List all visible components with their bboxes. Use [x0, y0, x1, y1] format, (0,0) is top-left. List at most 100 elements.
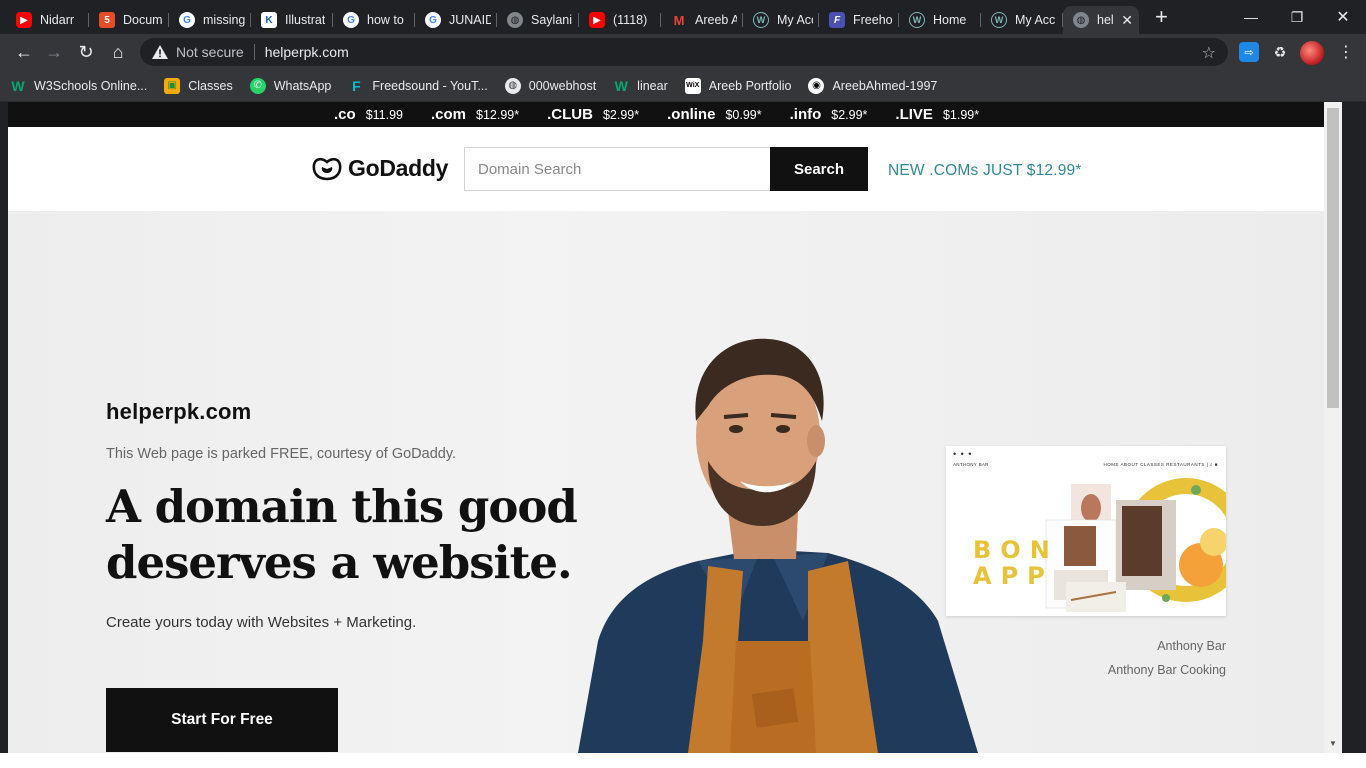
- bookmark-label: 000webhost: [528, 78, 597, 93]
- tld-promo-item[interactable]: .CLUB $2.99*: [547, 106, 639, 123]
- freehost-icon: F: [829, 12, 845, 28]
- browser-tab[interactable]: W My Acc: [981, 6, 1063, 34]
- com-promo-link[interactable]: NEW .COMs JUST $12.99*: [888, 162, 1082, 180]
- bookmark-item[interactable]: ◉ AreebAhmed-1997: [808, 77, 937, 94]
- hero-subtext: Create yours today with Websites + Marke…: [106, 614, 417, 631]
- wordpress-icon: W: [909, 12, 925, 28]
- browser-tab[interactable]: ◍ Saylani: [497, 6, 579, 34]
- browser-tab[interactable]: F Freehos: [819, 6, 899, 34]
- bookmark-item[interactable]: ▣ Classes: [164, 77, 233, 94]
- whatsapp-icon: ✆: [249, 77, 266, 94]
- url-text[interactable]: helperpk.com: [265, 44, 349, 60]
- browser-tab[interactable]: ▶ (1118) ‌: [579, 6, 661, 34]
- scroll-down-arrow-icon[interactable]: ▼: [1324, 739, 1342, 748]
- profile-avatar[interactable]: [1300, 41, 1324, 65]
- gmail-icon: M: [673, 12, 685, 28]
- scroll-thumb[interactable]: [1327, 108, 1339, 408]
- tld-name: .com: [431, 106, 467, 123]
- tld-name: .LIVE: [895, 106, 933, 123]
- youtube-icon: ▶: [16, 12, 32, 28]
- address-bar[interactable]: Not secure helperpk.com ☆: [140, 38, 1228, 66]
- extension-icon[interactable]: ⇨: [1239, 42, 1259, 62]
- headline-line-1: A domain this good: [106, 480, 578, 533]
- youtube-icon: ▶: [589, 12, 605, 28]
- tab-title: Illustrat: [285, 13, 326, 27]
- domain-search-input[interactable]: [464, 147, 771, 191]
- tld-price: $12.99*: [476, 108, 520, 122]
- bookmark-label: Freedsound - YouT...: [372, 78, 488, 93]
- back-button[interactable]: ←: [12, 40, 36, 64]
- bookmark-item[interactable]: W W3Schools Online...: [10, 78, 147, 94]
- new-tab-button[interactable]: +: [1155, 6, 1168, 28]
- close-window-button[interactable]: ✕: [1320, 0, 1366, 34]
- hero-section: helperpk.com This Web page is parked FRE…: [8, 211, 1324, 753]
- menu-kebab-icon[interactable]: ⋮: [1336, 42, 1356, 62]
- browser-tab[interactable]: M Areeb A: [661, 6, 743, 34]
- reload-button[interactable]: ↻: [74, 40, 98, 64]
- google-icon: G: [179, 12, 195, 28]
- bookmark-item[interactable]: F Freedsound - YouT...: [348, 78, 488, 94]
- browser-tab[interactable]: Ghow to: [333, 6, 415, 34]
- extensions-puzzle-icon[interactable]: ♻: [1270, 42, 1290, 62]
- logo-text: GoDaddy: [348, 155, 449, 181]
- bookmark-star-icon[interactable]: ☆: [1202, 43, 1216, 63]
- tld-promo-bar: .co $11.99 .com $12.99* .CLUB $2.99* .online $0…: [8, 102, 1324, 127]
- tab-title: Docum: [123, 13, 163, 27]
- bookmark-item[interactable]: Wlinear: [613, 78, 668, 94]
- browser-tab[interactable]: W My Acc: [743, 6, 819, 34]
- bookmark-label: Classes: [188, 78, 233, 93]
- wordpress-icon: W: [991, 12, 1007, 28]
- godaddy-logo[interactable]: GoDaddy: [312, 155, 448, 182]
- page-viewport: .co $11.99 .com $12.99* .CLUB $2.99* .online $0…: [8, 102, 1324, 753]
- bookmark-item[interactable]: ✆ WhatsApp: [249, 77, 331, 94]
- security-label[interactable]: Not secure: [176, 44, 244, 60]
- warning-icon[interactable]: [152, 45, 168, 59]
- browser-tab[interactable]: 5 Docum: [89, 6, 169, 34]
- tab-title: Saylani: [531, 13, 572, 27]
- tab-list: ▶ Nidarr 5 Docum Gmissing K Illustrat Ghow to G J…: [6, 3, 1139, 34]
- page-bottom-edge: [0, 753, 1366, 768]
- tld-price: $2.99*: [602, 108, 640, 122]
- parked-notice: This Web page is parked FREE, courtesy o…: [106, 446, 457, 462]
- tld-promo-item[interactable]: .LIVE $1.99*: [895, 106, 979, 123]
- minimize-button[interactable]: —: [1228, 0, 1274, 34]
- browser-tab[interactable]: K Illustrat: [251, 6, 333, 34]
- search-button[interactable]: Search: [770, 147, 868, 191]
- forward-button[interactable]: →: [42, 40, 66, 64]
- page-scrollbar[interactable]: ▲ ▼: [1324, 102, 1342, 753]
- k-icon: K: [261, 12, 277, 28]
- tld-promo-item[interactable]: .co $11.99: [334, 106, 403, 123]
- html-icon: 5: [99, 12, 115, 28]
- browser-tab[interactable]: ◍ help ✕: [1063, 6, 1139, 34]
- home-button[interactable]: ⌂: [106, 40, 130, 64]
- chef-photo: [578, 338, 978, 753]
- browser-tab[interactable]: Gmissing: [169, 6, 251, 34]
- start-for-free-button[interactable]: Start For Free: [106, 688, 338, 752]
- bookmark-item[interactable]: WiX Areeb Portfolio: [684, 77, 791, 94]
- website-preview-card: • • • ANTHONY BAR HOME ABOUT CLASSES RES…: [946, 446, 1226, 616]
- preview-art-line-1: BON: [973, 536, 1059, 564]
- browser-tab[interactable]: ▶ Nidarr: [6, 6, 89, 34]
- tld-name: .co: [334, 106, 356, 123]
- tab-title: Home: [933, 13, 967, 27]
- godaddy-header: GoDaddy Search NEW .COMs JUST $12.99*: [8, 127, 1324, 211]
- tld-promo-item[interactable]: .online $0.99*: [667, 106, 762, 123]
- preview-headline-art: BON APP: [973, 537, 1059, 589]
- browser-tab[interactable]: W Home: [899, 6, 981, 34]
- classroom-icon: ▣: [164, 77, 181, 94]
- tld-promo-item[interactable]: .info $2.99*: [790, 106, 868, 123]
- bookmark-item[interactable]: ◍ 000webhost: [504, 77, 597, 94]
- browser-tab[interactable]: G JUNAID: [415, 6, 497, 34]
- headline-line-2: deserves a website.: [106, 536, 573, 589]
- close-tab-icon[interactable]: ✕: [1121, 12, 1133, 29]
- wordpress-icon: W: [753, 12, 769, 28]
- tld-name: .info: [789, 106, 822, 123]
- tld-price: $0.99*: [725, 108, 762, 122]
- tld-price: $2.99*: [831, 108, 868, 122]
- google-icon: G: [343, 12, 359, 28]
- tld-promo-item[interactable]: .com $12.99*: [431, 106, 519, 123]
- tld-name: .CLUB: [547, 106, 593, 123]
- restore-button[interactable]: ❐: [1274, 0, 1320, 34]
- preview-art-line-2: APP: [973, 562, 1054, 590]
- bookmarks-bar: W W3Schools Online... ▣ Classes ✆ WhatsApp F Fr…: [0, 70, 1366, 102]
